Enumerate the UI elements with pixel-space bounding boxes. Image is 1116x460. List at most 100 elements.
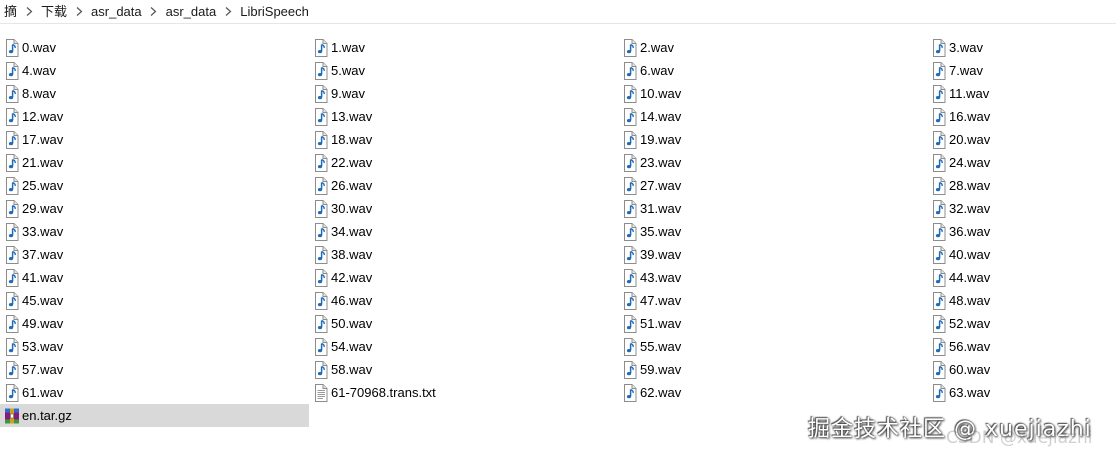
file-name: 32.wav	[949, 201, 991, 216]
file-item[interactable]: 24.wav	[927, 151, 1116, 174]
file-item[interactable]: 61.wav	[0, 381, 309, 404]
chevron-right-icon[interactable]	[220, 0, 236, 23]
file-item[interactable]: 2.wav	[618, 36, 927, 59]
audio-file-icon	[4, 268, 20, 287]
file-item[interactable]: 16.wav	[927, 105, 1116, 128]
file-name: 6.wav	[640, 63, 674, 78]
file-item[interactable]: 11.wav	[927, 82, 1116, 105]
file-item[interactable]: 9.wav	[309, 82, 618, 105]
file-item[interactable]: 63.wav	[927, 381, 1116, 404]
file-item[interactable]: en.tar.gz	[0, 404, 309, 427]
file-name: 60.wav	[949, 362, 991, 377]
file-item[interactable]: 55.wav	[618, 335, 927, 358]
file-item[interactable]: 20.wav	[927, 128, 1116, 151]
file-item[interactable]: 29.wav	[0, 197, 309, 220]
file-name: 26.wav	[331, 178, 373, 193]
file-item[interactable]: 60.wav	[927, 358, 1116, 381]
breadcrumb-item[interactable]: asr_data	[87, 0, 146, 23]
file-item[interactable]: 61-70968.trans.txt	[309, 381, 618, 404]
file-item[interactable]: 50.wav	[309, 312, 618, 335]
file-item[interactable]: 37.wav	[0, 243, 309, 266]
audio-file-icon	[4, 130, 20, 149]
file-item[interactable]: 5.wav	[309, 59, 618, 82]
breadcrumb-item[interactable]: LibriSpeech	[236, 0, 313, 23]
file-item[interactable]: 10.wav	[618, 82, 927, 105]
file-item[interactable]: 46.wav	[309, 289, 618, 312]
file-item[interactable]: 7.wav	[927, 59, 1116, 82]
file-item[interactable]: 56.wav	[927, 335, 1116, 358]
file-item[interactable]: 25.wav	[0, 174, 309, 197]
file-name: 20.wav	[949, 132, 991, 147]
file-item[interactable]: 57.wav	[0, 358, 309, 381]
file-item[interactable]: 59.wav	[618, 358, 927, 381]
file-item[interactable]: 18.wav	[309, 128, 618, 151]
file-item[interactable]: 51.wav	[618, 312, 927, 335]
file-item[interactable]: 17.wav	[0, 128, 309, 151]
audio-file-icon	[931, 107, 947, 126]
audio-file-icon	[313, 199, 329, 218]
file-item[interactable]: 21.wav	[0, 151, 309, 174]
file-item[interactable]: 32.wav	[927, 197, 1116, 220]
file-item[interactable]: 14.wav	[618, 105, 927, 128]
file-item[interactable]: 31.wav	[618, 197, 927, 220]
file-item[interactable]: 62.wav	[618, 381, 927, 404]
file-item[interactable]: 13.wav	[309, 105, 618, 128]
file-item[interactable]: 26.wav	[309, 174, 618, 197]
chevron-right-icon[interactable]	[21, 0, 37, 23]
file-name: 40.wav	[949, 247, 991, 262]
file-item[interactable]: 3.wav	[927, 36, 1116, 59]
file-item[interactable]: 44.wav	[927, 266, 1116, 289]
file-name: 55.wav	[640, 339, 682, 354]
file-name: 59.wav	[640, 362, 682, 377]
file-name: 35.wav	[640, 224, 682, 239]
file-item[interactable]: 27.wav	[618, 174, 927, 197]
file-item[interactable]: 40.wav	[927, 243, 1116, 266]
file-item[interactable]: 22.wav	[309, 151, 618, 174]
file-item[interactable]: 53.wav	[0, 335, 309, 358]
breadcrumb-item[interactable]: 下载	[37, 0, 71, 23]
breadcrumb-item[interactable]: 摘	[0, 0, 21, 23]
file-item[interactable]: 1.wav	[309, 36, 618, 59]
watermark-csdn: CSDN @xuejiazhi	[946, 428, 1093, 448]
file-item[interactable]: 43.wav	[618, 266, 927, 289]
file-name: 2.wav	[640, 40, 674, 55]
chevron-right-icon[interactable]	[146, 0, 162, 23]
file-item[interactable]: 19.wav	[618, 128, 927, 151]
file-item[interactable]: 6.wav	[618, 59, 927, 82]
audio-file-icon	[622, 268, 638, 287]
file-name: 45.wav	[22, 293, 64, 308]
file-name: 16.wav	[949, 109, 991, 124]
file-item[interactable]: 52.wav	[927, 312, 1116, 335]
file-item[interactable]: 34.wav	[309, 220, 618, 243]
file-item[interactable]: 28.wav	[927, 174, 1116, 197]
file-name: 37.wav	[22, 247, 64, 262]
chevron-right-icon[interactable]	[71, 0, 87, 23]
audio-file-icon	[313, 314, 329, 333]
file-item[interactable]: 12.wav	[0, 105, 309, 128]
file-item[interactable]: 23.wav	[618, 151, 927, 174]
file-item[interactable]: 33.wav	[0, 220, 309, 243]
file-item[interactable]: 49.wav	[0, 312, 309, 335]
breadcrumb-item[interactable]: asr_data	[162, 0, 221, 23]
file-item[interactable]: 58.wav	[309, 358, 618, 381]
file-item[interactable]: 8.wav	[0, 82, 309, 105]
file-item[interactable]: 45.wav	[0, 289, 309, 312]
audio-file-icon	[4, 314, 20, 333]
file-name: 63.wav	[949, 385, 991, 400]
file-item[interactable]: 0.wav	[0, 36, 309, 59]
file-item[interactable]: 30.wav	[309, 197, 618, 220]
file-item[interactable]: 4.wav	[0, 59, 309, 82]
file-item[interactable]: 54.wav	[309, 335, 618, 358]
file-item[interactable]: 41.wav	[0, 266, 309, 289]
file-name: 30.wav	[331, 201, 373, 216]
file-item[interactable]: 38.wav	[309, 243, 618, 266]
breadcrumb: 摘下载 asr_data asr_data LibriSpeech	[0, 0, 1116, 24]
file-item[interactable]: 47.wav	[618, 289, 927, 312]
file-item[interactable]: 36.wav	[927, 220, 1116, 243]
file-item[interactable]: 35.wav	[618, 220, 927, 243]
file-name: 28.wav	[949, 178, 991, 193]
file-item[interactable]: 48.wav	[927, 289, 1116, 312]
file-item[interactable]: 39.wav	[618, 243, 927, 266]
file-name: 61.wav	[22, 385, 64, 400]
file-item[interactable]: 42.wav	[309, 266, 618, 289]
